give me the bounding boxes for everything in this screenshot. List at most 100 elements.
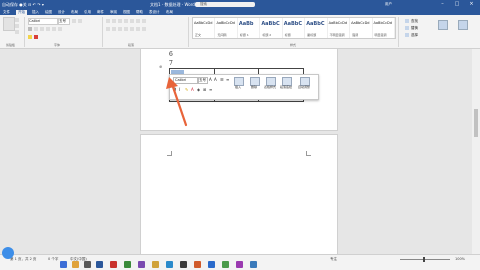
borders-icon[interactable] bbox=[142, 27, 146, 31]
style-subtitle[interactable]: AaBbC 副标题 bbox=[305, 18, 328, 38]
search-placeholder: 搜索 bbox=[200, 2, 207, 6]
style-preview: AaBbC bbox=[261, 21, 280, 27]
style-heading-1[interactable]: AaBb 标题 1 bbox=[238, 18, 261, 38]
style-name: 无间隔 bbox=[217, 33, 227, 37]
zoom-level[interactable]: 100% bbox=[455, 257, 465, 261]
style-heading-2[interactable]: AaBbC 标题 2 bbox=[260, 18, 283, 38]
strikethrough-icon[interactable] bbox=[46, 27, 50, 31]
editor-button[interactable] bbox=[455, 18, 469, 40]
divider bbox=[188, 17, 189, 47]
align-right-icon[interactable] bbox=[118, 27, 122, 31]
shrink-font-icon[interactable] bbox=[78, 19, 82, 23]
taskbar-icon[interactable] bbox=[84, 261, 91, 268]
highlight-icon[interactable] bbox=[28, 35, 32, 39]
increase-indent-icon[interactable] bbox=[130, 19, 134, 23]
font-size-select[interactable]: 五号 bbox=[58, 18, 70, 25]
multilevel-list-icon[interactable] bbox=[118, 19, 122, 23]
select-icon[interactable] bbox=[405, 33, 409, 37]
sort-icon[interactable] bbox=[136, 19, 140, 23]
justify-icon[interactable] bbox=[124, 27, 128, 31]
align-left-icon[interactable] bbox=[106, 27, 110, 31]
user-name[interactable]: 用户 bbox=[385, 2, 392, 7]
style-title[interactable]: AaBbC 标题 bbox=[283, 18, 306, 38]
editor-icon bbox=[458, 20, 468, 30]
style-name: 不明显强调 bbox=[329, 33, 345, 37]
underline-icon[interactable] bbox=[40, 27, 44, 31]
vertical-scrollbar[interactable] bbox=[472, 49, 480, 254]
divider bbox=[398, 17, 399, 47]
replace-button[interactable]: 替换 bbox=[411, 26, 418, 31]
find-icon[interactable] bbox=[405, 19, 409, 23]
style-name: 标题 bbox=[284, 33, 291, 37]
numbering-icon[interactable] bbox=[112, 19, 116, 23]
bold-icon[interactable] bbox=[28, 27, 32, 31]
taskbar-icon[interactable] bbox=[124, 261, 131, 268]
ribbon: 剪贴板 Calibri 五号 字体 段落 AaBbCcDd 正文 AaBbCcDd… bbox=[0, 15, 480, 49]
word-count[interactable]: 0 个字 bbox=[48, 257, 58, 262]
quick-access-toolbar[interactable]: 自动保存 ●关 ⊟ ↶ ↷ ▾ bbox=[2, 2, 44, 8]
taskbar-icon[interactable] bbox=[194, 261, 201, 268]
divider bbox=[102, 17, 103, 47]
align-center-icon[interactable] bbox=[112, 27, 116, 31]
status-bar: 第 1 页，共 2 页 0 个字 中文(中国) 专注 100% bbox=[0, 254, 480, 270]
cut-icon[interactable] bbox=[15, 18, 19, 22]
page-count[interactable]: 第 1 页，共 2 页 bbox=[10, 257, 36, 262]
style-subtle-emphasis[interactable]: AaBbCcDd 不明显强调 bbox=[328, 18, 351, 38]
taskbar-icon[interactable] bbox=[138, 261, 145, 268]
scrollbar-thumb[interactable] bbox=[474, 109, 478, 137]
grow-font-icon[interactable] bbox=[72, 19, 76, 23]
superscript-icon[interactable] bbox=[58, 27, 62, 31]
line-spacing-icon[interactable] bbox=[130, 27, 134, 31]
close-icon[interactable]: × bbox=[467, 1, 476, 8]
minimize-icon[interactable]: – bbox=[438, 1, 447, 8]
dictate-button[interactable] bbox=[435, 18, 449, 40]
style-preview: AaBbC bbox=[283, 21, 303, 27]
taskbar-icon[interactable] bbox=[236, 261, 243, 268]
taskbar-icon[interactable] bbox=[208, 261, 215, 268]
taskbar-icon[interactable] bbox=[222, 261, 229, 268]
taskbar-icon[interactable] bbox=[96, 261, 103, 268]
copy-icon[interactable] bbox=[15, 24, 19, 28]
taskbar-icon[interactable] bbox=[60, 261, 67, 268]
style-normal[interactable]: AaBbCcDd 正文 bbox=[193, 18, 216, 38]
taskbar-icon[interactable] bbox=[152, 261, 159, 268]
taskbar-icon[interactable] bbox=[166, 261, 173, 268]
taskbar-icon[interactable] bbox=[72, 261, 79, 268]
styles-group-label: 样式 bbox=[290, 43, 297, 47]
divider bbox=[24, 17, 25, 47]
style-intense-emphasis[interactable]: AaBbCcDd 明显强调 bbox=[373, 18, 395, 38]
replace-icon[interactable] bbox=[405, 26, 409, 30]
zoom-slider-knob[interactable] bbox=[423, 257, 425, 262]
microphone-icon bbox=[438, 20, 448, 30]
taskbar-icon[interactable] bbox=[110, 261, 117, 268]
italic-icon[interactable] bbox=[34, 27, 38, 31]
assistant-bubble-icon[interactable] bbox=[2, 247, 14, 259]
style-emphasis[interactable]: AaBbCcDd 强调 bbox=[350, 18, 373, 38]
taskbar-icon[interactable] bbox=[180, 261, 187, 268]
bullets-icon[interactable] bbox=[106, 19, 110, 23]
font-color-icon[interactable] bbox=[34, 35, 38, 39]
clipboard-group-label: 剪贴板 bbox=[6, 43, 16, 47]
font-group-label: 字体 bbox=[54, 43, 61, 47]
window-title: 文档1 - 数据处理 - Word bbox=[150, 2, 195, 7]
window-controls: – □ × bbox=[438, 1, 476, 8]
show-marks-icon[interactable] bbox=[142, 19, 146, 23]
subscript-icon[interactable] bbox=[52, 27, 56, 31]
taskbar-icon[interactable] bbox=[250, 261, 257, 268]
font-name-select[interactable]: Calibri bbox=[28, 18, 58, 25]
style-preview: AaBbCcDd bbox=[194, 21, 213, 25]
style-no-spacing[interactable]: AaBbCcDd 无间隔 bbox=[215, 18, 238, 38]
decrease-indent-icon[interactable] bbox=[124, 19, 128, 23]
styles-gallery: AaBbCcDd 正文 AaBbCcDd 无间隔 AaBb 标题 1 AaBbC 标题 … bbox=[192, 17, 396, 39]
select-button[interactable]: 选择 bbox=[411, 33, 418, 38]
shading-icon[interactable] bbox=[136, 27, 140, 31]
search-box[interactable]: 搜索 bbox=[195, 2, 255, 7]
find-button[interactable]: 查找 bbox=[411, 19, 418, 24]
maximize-icon[interactable]: □ bbox=[453, 1, 462, 8]
style-name: 副标题 bbox=[307, 33, 317, 37]
zoom-slider[interactable] bbox=[400, 257, 450, 262]
format-painter-icon[interactable] bbox=[15, 30, 19, 34]
focus-mode[interactable]: 专注 bbox=[330, 257, 337, 262]
paste-button[interactable] bbox=[3, 17, 15, 31]
annotation-arrow-icon bbox=[166, 77, 188, 127]
